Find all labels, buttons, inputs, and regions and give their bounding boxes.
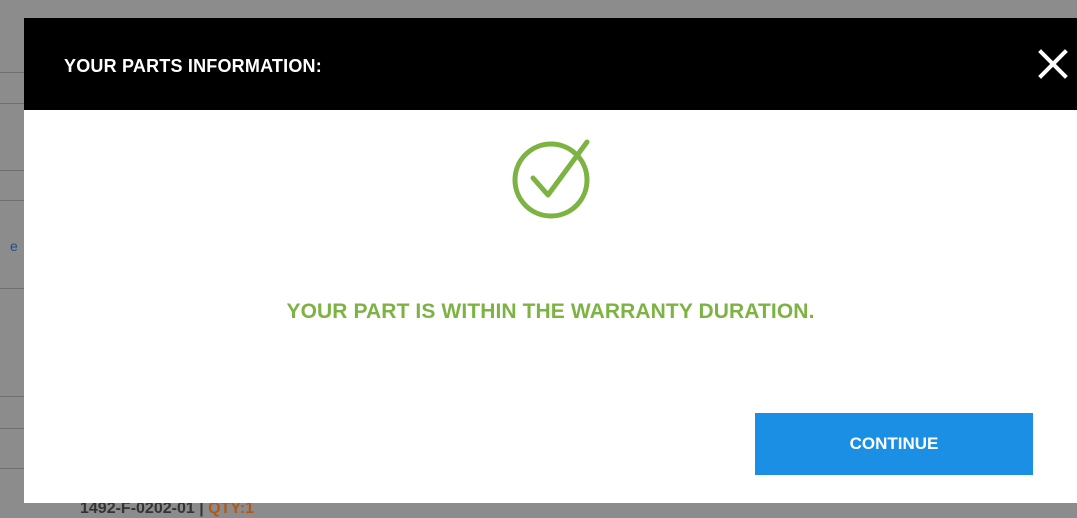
- background-divider: [0, 72, 24, 73]
- close-button[interactable]: [1035, 46, 1071, 82]
- continue-button[interactable]: CONTINUE: [755, 413, 1033, 475]
- background-divider: [0, 396, 24, 397]
- close-icon: [1038, 49, 1068, 79]
- check-circle-icon: [512, 139, 590, 219]
- background-divider: [0, 200, 24, 201]
- background-link-fragment: e: [10, 238, 18, 254]
- background-divider: [0, 103, 24, 104]
- background-divider: [0, 468, 24, 469]
- warranty-status-message: YOUR PART IS WITHIN THE WARRANTY DURATIO…: [286, 300, 815, 323]
- modal-title: YOUR PARTS INFORMATION:: [64, 56, 322, 76]
- parts-info-modal: YOUR PARTS INFORMATION: YOUR PART IS WIT…: [24, 18, 1077, 503]
- background-divider: [0, 170, 24, 171]
- background-divider: [0, 428, 24, 429]
- modal-header: YOUR PARTS INFORMATION:: [24, 18, 1077, 110]
- background-divider: [0, 288, 24, 289]
